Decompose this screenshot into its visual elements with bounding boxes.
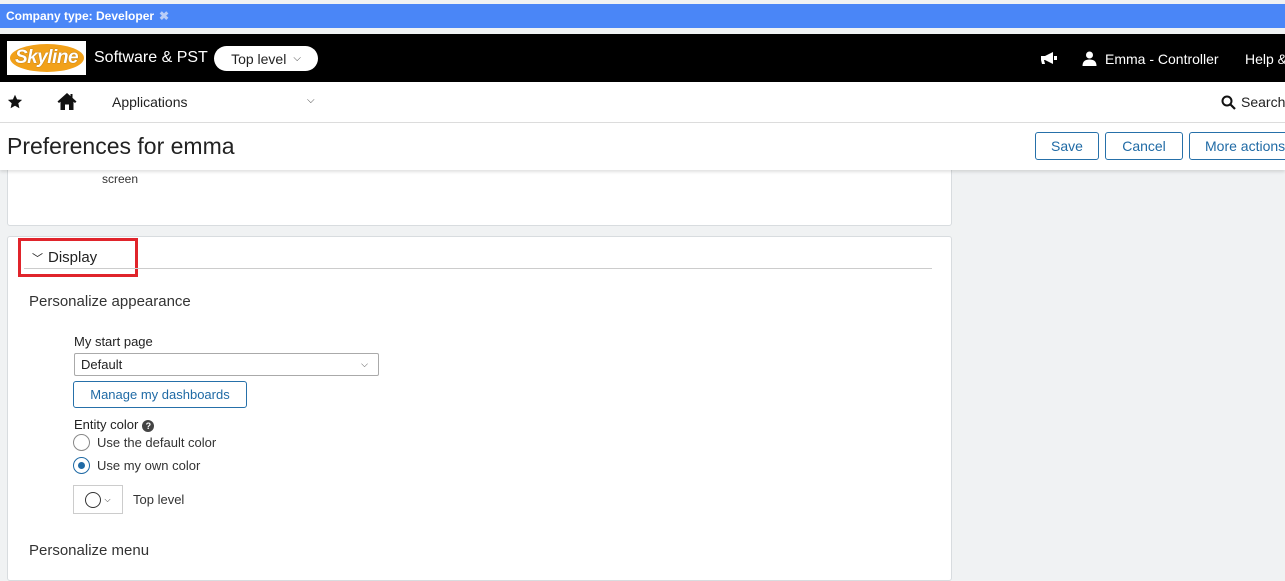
radio-button[interactable] [73,434,90,451]
search-icon[interactable] [1221,95,1236,110]
section-divider [24,268,932,269]
applications-menu[interactable]: Applications [112,94,188,110]
user-icon[interactable] [1082,51,1097,66]
display-section-title: Display [48,249,98,266]
radio-label: Use my own color [97,458,201,473]
manage-dashboards-button[interactable]: Manage my dashboards [73,381,247,408]
entity-color-label: Entity color? [74,417,155,432]
chevron-down-icon: ⌵ [293,53,301,64]
logo-text: Skyline [9,44,84,72]
help-menu[interactable]: Help & [1245,51,1285,67]
start-page-label: My start page [74,334,153,349]
top-bar: Skyline Software & PST Top level ⌵ Emma … [0,34,1285,82]
color-swatch [85,491,102,508]
nav-bar: Applications ⌵ Search [0,82,1285,123]
company-name: Software & PST [94,49,208,66]
chevron-down-icon[interactable]: ⌵ [307,95,315,106]
personalize-appearance-heading: Personalize appearance [29,293,191,310]
home-icon[interactable] [57,92,77,111]
skyline-logo[interactable]: Skyline [7,41,86,75]
entity-color-text: Entity color [74,417,139,432]
page-title: Preferences for emma [7,133,235,159]
save-button[interactable]: Save [1035,132,1099,160]
radio-button-checked[interactable] [73,457,90,474]
company-type-label: Company type: Developer [6,9,155,23]
personalize-menu-heading: Personalize menu [29,542,150,559]
start-page-select[interactable]: Default ⌵ [74,353,379,376]
radio-label: Use the default color [97,435,217,450]
chevron-down-icon: ⌵ [104,494,111,504]
chevron-down-icon: ﹀ [32,252,43,265]
display-section-toggle[interactable]: ﹀ Display [32,249,97,266]
user-menu[interactable]: Emma - Controller [1105,51,1219,67]
display-section-panel: ﹀ Display Personalize appearance My star… [7,236,952,581]
search-label[interactable]: Search [1241,94,1285,110]
company-type-bar: Company type: Developer ✖ [0,4,1285,28]
start-page-value: Default [81,357,123,372]
color-picker[interactable]: ⌵ [73,485,123,514]
close-icon[interactable]: ✖ [159,9,169,23]
level-selector-label: Top level [231,50,287,67]
option-text: screen [102,172,139,186]
level-selector[interactable]: Top level ⌵ [214,46,318,71]
radio-default-color[interactable]: Use the default color [73,434,216,451]
star-icon[interactable] [7,94,23,110]
radio-own-color[interactable]: Use my own color [73,457,200,474]
help-icon[interactable]: ? [142,420,155,432]
cancel-button[interactable]: Cancel [1105,132,1183,160]
chevron-down-icon: ⌵ [361,359,368,369]
megaphone-icon[interactable] [1040,51,1058,65]
previous-section-panel: screen [7,166,952,226]
more-actions-button[interactable]: More actions [1189,132,1285,160]
page-header: Preferences for emma Save Cancel More ac… [0,123,1285,170]
color-target-label: Top level [133,492,185,507]
